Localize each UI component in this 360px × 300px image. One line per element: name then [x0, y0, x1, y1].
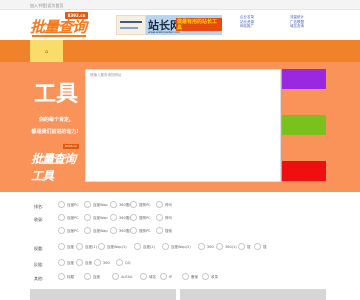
header-link[interactable]: 网站推广: [240, 24, 254, 29]
badge-logo-text: 批量查询工具: [31, 152, 76, 183]
logo-tag: 8393.cn: [65, 12, 88, 19]
site-logo[interactable]: 批量查询工具 8393.cn: [30, 12, 88, 57]
option-row-index-2: 百度PC 百度Wap 360搜索 搜狗PC 搜索: [0, 226, 360, 238]
header-links-1: 企业名录 站长资源 网站推广: [240, 15, 254, 29]
options-panel: 排名: 百度PC 百度Wap 360搜索 搜狗PC 神马 收录: 百度PC 百度…: [0, 192, 360, 300]
top-bar: 加入书签|设为首页: [0, 0, 360, 10]
banner-slogan: 做最有用的站长工具: [176, 18, 222, 31]
hero-section: 工具 你的每个肯定, 都是我们前进的动力! 批量查询工具 8393.cn 请输入…: [0, 62, 360, 192]
textarea-placeholder: 请输入要查询的网址: [90, 73, 122, 77]
option-row-other: 其他: 标题 百度 ALEXA 域名 IP 备案 收录: [34, 273, 218, 281]
main-nav: ⌂: [0, 40, 360, 62]
row-label: 其他:: [34, 276, 44, 281]
banner-ad[interactable]: 站长网 做最有用的站长工具 www.webmaster.com: [146, 15, 222, 35]
option-row-weight: 权重: 百度 百度(1) 百度Wap(1) 百度(2) 百度Wap(2) 360…: [34, 243, 267, 251]
header-links-2: 流量统计 广告联盟 域名查询: [290, 15, 304, 29]
hero-big-text: 工具: [34, 81, 79, 107]
small-ad[interactable]: [116, 15, 146, 35]
results-header-right: [180, 289, 326, 300]
export-button[interactable]: [282, 161, 326, 181]
banner-url: www.webmaster.com: [148, 30, 180, 34]
home-icon: ⌂: [45, 49, 49, 55]
header-link[interactable]: 域名查询: [290, 24, 304, 29]
row-label: 权重:: [34, 246, 44, 251]
header-link[interactable]: 企业名录: [240, 15, 254, 20]
option-row-ranking: 排名: 百度PC 百度Wap 360搜索 搜狗PC 神马: [34, 201, 172, 209]
row-label: 排名:: [34, 204, 44, 209]
url-textarea[interactable]: 请输入要查询的网址: [85, 69, 281, 182]
logo-underline: [32, 35, 86, 37]
hero-badge-logo: 批量查询工具 8393.cn: [31, 144, 79, 183]
results-header-left: [30, 289, 176, 300]
row-label: 收录:: [34, 217, 44, 222]
hero-left: 工具 你的每个肯定, 都是我们前进的动力! 批量查询工具 8393.cn: [30, 62, 80, 192]
row-label: 反链:: [34, 262, 44, 267]
badge-logo-tag: 8393.cn: [63, 144, 79, 149]
bookmark-link[interactable]: 加入书签|设为首页: [30, 3, 63, 9]
hero-slogan-1: 你的每个肯定,: [39, 117, 71, 123]
query-button[interactable]: [282, 69, 326, 89]
option-row-backlink: 反链: 百度 百度 360 QQ: [34, 259, 131, 267]
option-row-index: 收录: 百度PC 百度Wap 360搜索 搜狗PC 神马: [34, 214, 172, 222]
header-link[interactable]: 流量统计: [290, 15, 304, 20]
clear-button[interactable]: [282, 115, 326, 135]
nav-home[interactable]: ⌂: [30, 40, 63, 62]
hero-slogan-2: 都是我们前进的动力!: [31, 129, 79, 135]
